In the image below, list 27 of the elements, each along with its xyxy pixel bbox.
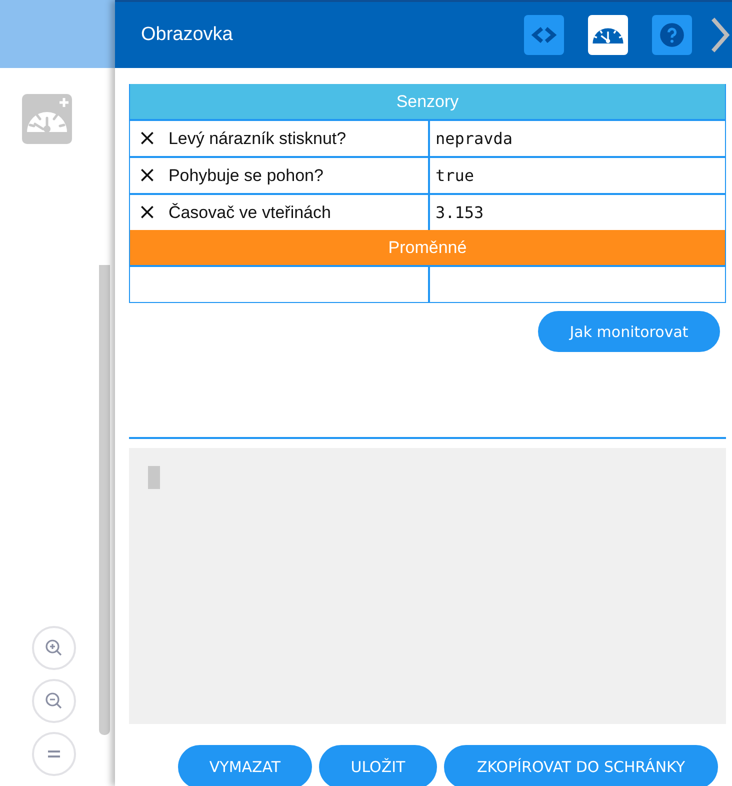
table-cell: nepravda [428,119,725,156]
scrollbar[interactable] [99,265,110,735]
remove-button[interactable]: × [138,200,156,225]
zoom-in-button[interactable] [32,626,76,670]
sensor-label: Levý nárazník stisknut? [168,128,346,148]
action-button[interactable]: VYMAZAT [178,745,312,786]
help-button[interactable] [652,15,692,55]
zoom-in-icon [44,638,64,658]
remove-button[interactable]: × [138,126,156,151]
zoom-out-icon [44,691,64,711]
section-header: Senzory [130,84,725,119]
reset-zoom-button[interactable] [32,732,76,776]
monitor-button[interactable] [588,15,628,55]
chevron-right-icon[interactable] [710,17,730,53]
help-link-button[interactable]: Jak monitorovat [538,311,720,352]
action-button[interactable]: ZKOPÍROVAT DO SCHRÁNKY [444,745,718,786]
section-header: Proměnné [130,230,725,265]
table-cell: true [428,156,725,193]
add-gauge-icon[interactable] [22,94,72,144]
action-button[interactable]: ULOŽIT [319,745,437,786]
sensor-label: Časovač ve vteřinách [168,202,331,222]
zoom-out-button[interactable] [32,679,76,723]
panel-title: Obrazovka [141,24,233,46]
code-button[interactable] [524,15,564,55]
help-icon [659,22,685,48]
remove-button[interactable]: × [138,163,156,188]
sensor-label: Pohybuje se pohon? [168,166,324,186]
